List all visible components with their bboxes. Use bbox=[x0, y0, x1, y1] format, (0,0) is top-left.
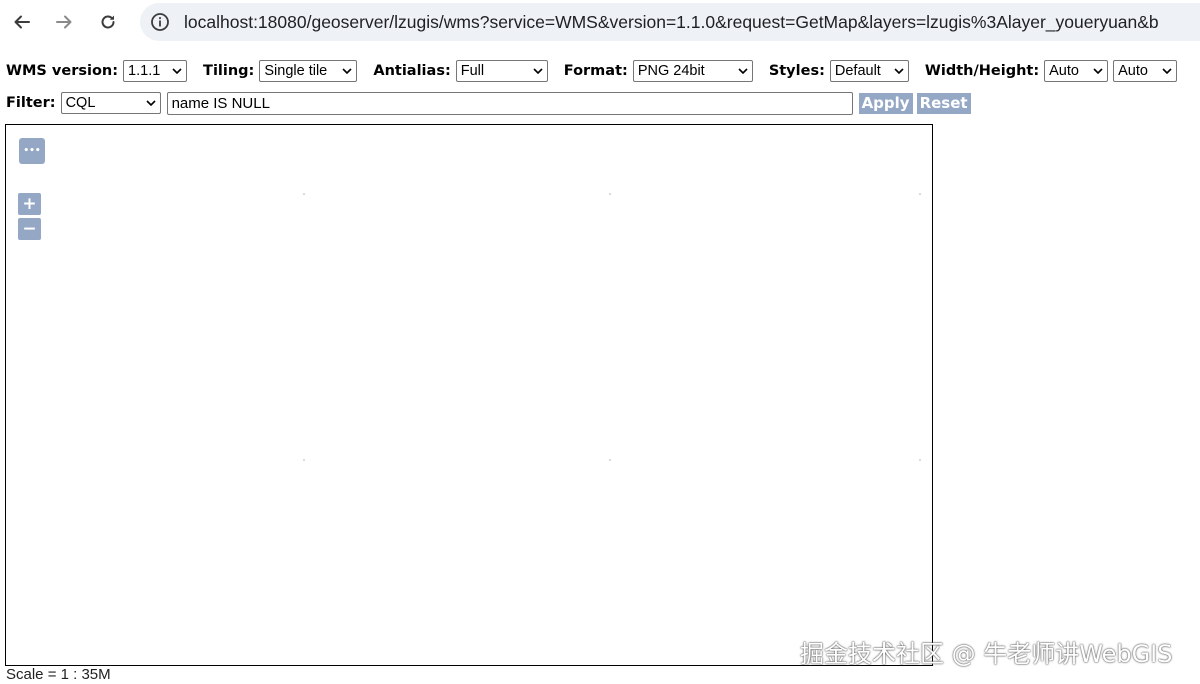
antialias-value: Full bbox=[460, 63, 485, 79]
more-icon: ••• bbox=[23, 146, 41, 156]
format-select[interactable]: PNG 24bit bbox=[632, 60, 753, 82]
options-toolbar: WMS version: 1.1.1 Tiling: Single tile A… bbox=[6, 60, 1178, 82]
styles-label: Styles: bbox=[768, 63, 825, 79]
filter-expression-value: name IS NULL bbox=[171, 94, 270, 112]
tiling-label: Tiling: bbox=[203, 63, 255, 79]
chevron-down-icon bbox=[1162, 68, 1172, 75]
tile-seam bbox=[919, 459, 921, 461]
back-icon[interactable] bbox=[8, 8, 36, 36]
format-value: PNG 24bit bbox=[637, 63, 705, 79]
antialias-select[interactable]: Full bbox=[455, 60, 548, 82]
plus-icon: + bbox=[22, 194, 37, 214]
url-text: localhost:18080/geoserver/lzugis/wms?ser… bbox=[184, 11, 1159, 32]
chevron-down-icon bbox=[172, 68, 182, 75]
watermark: 掘金技术社区 @ 牛老师讲WebGIS bbox=[800, 640, 1173, 668]
tile-seam bbox=[303, 459, 305, 461]
address-bar[interactable]: localhost:18080/geoserver/lzugis/wms?ser… bbox=[140, 3, 1200, 41]
height-select[interactable]: Auto bbox=[1113, 60, 1178, 82]
reload-icon[interactable] bbox=[94, 8, 122, 36]
wms-version-label: WMS version: bbox=[6, 63, 119, 79]
wms-version-select[interactable]: 1.1.1 bbox=[123, 60, 188, 82]
scale-text: Scale = 1 : 35M bbox=[6, 666, 111, 683]
apply-button[interactable]: Apply bbox=[858, 92, 913, 114]
browser-toolbar: localhost:18080/geoserver/lzugis/wms?ser… bbox=[0, 0, 1200, 44]
format-label: Format: bbox=[563, 63, 628, 79]
tiling-select[interactable]: Single tile bbox=[259, 60, 358, 82]
height-value: Auto bbox=[1118, 63, 1148, 79]
minus-icon: − bbox=[22, 219, 37, 239]
chevron-down-icon bbox=[533, 68, 543, 75]
tile-seam bbox=[303, 193, 305, 195]
tile-seam bbox=[609, 459, 611, 461]
width-value: Auto bbox=[1049, 63, 1079, 79]
antialias-label: Antialias: bbox=[373, 63, 451, 79]
filter-type-select[interactable]: CQL bbox=[60, 92, 161, 114]
filter-label: Filter: bbox=[6, 95, 56, 111]
chevron-down-icon bbox=[894, 68, 904, 75]
chevron-down-icon bbox=[738, 68, 748, 75]
zoom-out-button[interactable]: − bbox=[18, 218, 41, 240]
tile-seam bbox=[919, 193, 921, 195]
reset-button[interactable]: Reset bbox=[916, 92, 971, 114]
tiling-value: Single tile bbox=[264, 63, 328, 79]
filter-type-value: CQL bbox=[65, 95, 96, 111]
filter-toolbar: Filter: CQL name IS NULL Apply Reset bbox=[6, 91, 971, 115]
chevron-down-icon bbox=[1093, 68, 1103, 75]
zoom-in-button[interactable]: + bbox=[18, 193, 41, 215]
forward-icon[interactable] bbox=[50, 8, 78, 36]
tile-seam bbox=[609, 193, 611, 195]
wms-version-value: 1.1.1 bbox=[128, 63, 161, 79]
chevron-down-icon bbox=[342, 68, 352, 75]
styles-value: Default bbox=[834, 63, 881, 79]
map-viewport[interactable]: ••• + − bbox=[5, 124, 933, 666]
width-select[interactable]: Auto bbox=[1044, 60, 1109, 82]
width-height-label: Width/Height: bbox=[924, 63, 1040, 79]
more-options-button[interactable]: ••• bbox=[19, 138, 45, 164]
styles-select[interactable]: Default bbox=[829, 60, 909, 82]
info-icon[interactable] bbox=[150, 12, 170, 32]
filter-expression-input[interactable]: name IS NULL bbox=[166, 91, 853, 115]
chevron-down-icon bbox=[145, 100, 156, 107]
